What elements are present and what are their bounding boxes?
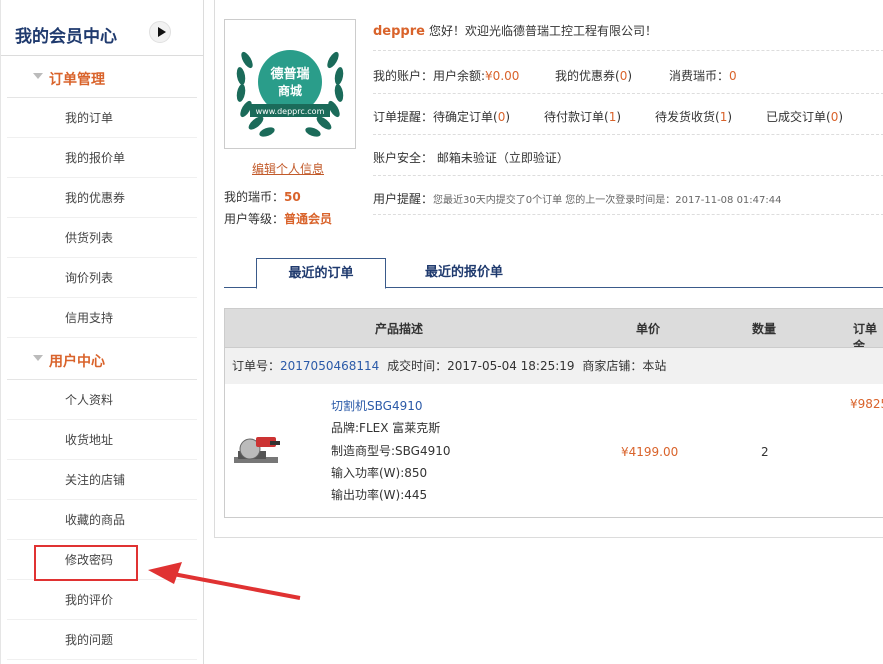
order-tabs: 最近的订单 最近的报价单 [224,258,883,289]
order-label: 订单号： [232,359,281,373]
col-price: 单价 [636,322,661,336]
tab-recent-quotes[interactable]: 最近的报价单 [394,258,534,289]
sidebar-group-user-center[interactable]: 用户中心 [7,338,197,380]
divider [373,175,883,176]
coupon-close: ) [627,69,633,83]
page: 我的会员中心 订单管理 我的订单 我的报价单 我的优惠券 供货列表 询价列表 信… [0,0,883,664]
level-label: 用户等级： [224,212,285,226]
consume-label: 消费瑞币： [669,69,730,83]
balance-value: ¥0.00 [485,69,520,83]
logo-text-1: 德普瑞 [270,66,309,82]
avatar[interactable]: 德普瑞 商城 www.depprc.com [224,19,356,149]
security-row[interactable]: 账户安全： 邮箱未验证（立即验证） [373,149,569,169]
user-notice-row: 用户提醒：您最近30天内提交了0个订单 您的上一次登录时间是：2017-11-0… [373,190,782,210]
sidebar-item-inquiry-list[interactable]: 询价列表 [7,258,197,298]
sidebar-group-label: 订单管理 [49,72,105,88]
divider [373,134,883,135]
coupon-link[interactable]: 我的优惠券(0) [555,67,632,87]
order-total: ¥9825 [850,397,883,411]
product-name-link[interactable]: 切割机SBG4910 [331,397,422,414]
points-line: 我的瑞币：50 [224,188,301,205]
welcome-message: 您好！欢迎光临德普瑞工控工程有限公司！ [428,24,657,38]
caret-down-icon [33,355,43,361]
reminder-pending-confirm[interactable]: 待确定订单(0) [433,110,510,124]
order-info-row: 订单号：2017050468114 成交时间：2017-05-04 18:25:… [225,347,883,384]
col-description: 产品描述 [375,322,424,336]
reminder-row: 订单提醒：待确定订单(0) [373,108,510,128]
quantity: 2 [761,445,769,459]
shop-name: 商家店铺：本站 [582,359,667,373]
tab-recent-orders[interactable]: 最近的订单 [256,258,386,289]
divider [373,93,883,94]
level-line: 用户等级：普通会员 [224,210,332,227]
sidebar-item-profile[interactable]: 个人资料 [7,380,197,420]
level-value: 普通会员 [284,212,333,226]
sidebar-item-my-questions[interactable]: 我的问题 [7,620,197,660]
unit-price: ¥4199.00 [621,445,679,459]
notice-label: 用户提醒： [373,192,434,206]
logo-url: www.depprc.com [256,107,325,116]
reminder-pending-payment[interactable]: 待付款订单(1) [544,108,621,128]
logo-text-2: 商城 [278,83,302,98]
deal-time: 成交时间：2017-05-04 18:25:19 [387,359,575,373]
product-image-icon[interactable] [232,431,282,469]
play-icon[interactable] [149,21,171,43]
reminder-pending-shipping[interactable]: 待发货收货(1) [655,108,732,128]
sidebar-title: 我的会员中心 [15,27,117,47]
sidebar-group-label: 用户中心 [49,354,105,370]
reminder-completed[interactable]: 已成交订单(0) [766,108,843,128]
divider [373,214,883,215]
annotation-arrow-icon [148,562,301,600]
welcome-line: deppre 您好！欢迎光临德普瑞工控工程有限公司！ [373,22,657,39]
balance-label: 我的账户：用户余额: [373,69,486,83]
orders-table: 产品描述 单价 数量 订单金 订单号：2017050468114 成交时间：20… [224,308,883,518]
sidebar-item-favorites[interactable]: 收藏的商品 [7,500,197,540]
sidebar-item-my-coupons[interactable]: 我的优惠券 [7,178,197,218]
consume-points: 消费瑞币：0 [669,67,737,87]
product-input-power: 输入功率(W):850 [331,466,428,480]
sidebar-item-address[interactable]: 收货地址 [7,420,197,460]
product-output-power: 输出功率(W):445 [331,488,428,502]
caret-down-icon [33,73,43,79]
sidebar-group-orders[interactable]: 订单管理 [7,56,197,98]
points-value: 50 [284,190,301,204]
table-header: 产品描述 单价 数量 订单金 [225,309,883,353]
reminder-label: 订单提醒： [373,110,434,124]
username: deppre [373,24,425,39]
divider [373,50,883,51]
product-model: 制造商型号:SBG4910 [331,444,451,458]
edit-profile-link[interactable]: 编辑个人信息 [252,160,324,177]
sidebar-item-credit-support[interactable]: 信用支持 [7,298,197,338]
col-qty: 数量 [752,322,777,336]
order-number-link[interactable]: 2017050468114 [280,359,379,373]
sidebar-header: 我的会员中心 [1,0,203,56]
main-panel: 德普瑞 商城 www.depprc.com 编辑个人信息 我的瑞币：50 用户等… [214,0,883,538]
store-logo-icon: 德普瑞 商城 www.depprc.com [236,50,344,137]
highlight-box [34,545,138,581]
sidebar-item-my-quotes[interactable]: 我的报价单 [7,138,197,178]
notice-text: 您最近30天内提交了0个订单 您的上一次登录时间是：2017-11-08 01:… [433,195,782,206]
sidebar-item-supply-list[interactable]: 供货列表 [7,218,197,258]
product-brand: 品牌:FLEX 富莱克斯 [331,421,441,435]
account-row: 我的账户：用户余额:¥0.00 [373,67,519,87]
points-label: 我的瑞币： [224,190,285,204]
coupon-label: 我的优惠券( [555,69,620,83]
sidebar-item-my-orders[interactable]: 我的订单 [7,98,197,138]
sidebar-item-followed-shops[interactable]: 关注的店铺 [7,460,197,500]
consume-value: 0 [729,69,737,83]
